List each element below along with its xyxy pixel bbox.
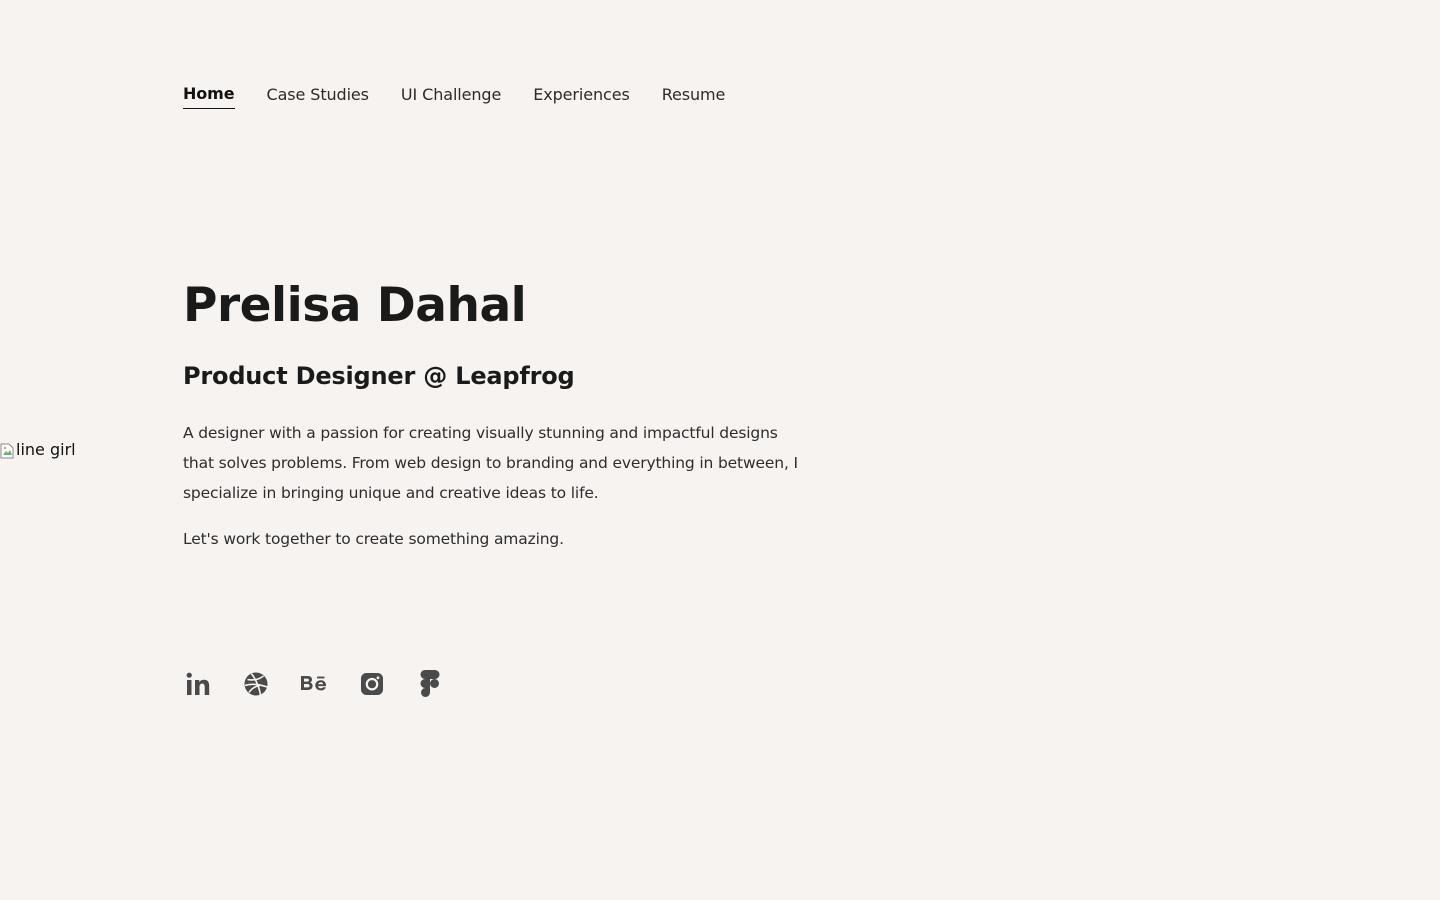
main-nav: Home Case Studies UI Challenge Experienc… bbox=[183, 82, 757, 109]
figma-link[interactable] bbox=[415, 668, 445, 700]
job-title: Product Designer @ Leapfrog bbox=[183, 362, 575, 390]
linkedin-link[interactable] bbox=[183, 668, 213, 700]
line-girl-image: line girl bbox=[0, 438, 76, 462]
instagram-icon bbox=[360, 672, 384, 696]
cta-text: Let's work together to create something … bbox=[183, 530, 564, 548]
nav-item-ui-challenge[interactable]: UI Challenge bbox=[401, 82, 501, 108]
behance-link[interactable] bbox=[299, 668, 329, 700]
nav-item-experiences[interactable]: Experiences bbox=[533, 82, 630, 108]
dribbble-icon bbox=[243, 671, 269, 697]
instagram-link[interactable] bbox=[357, 668, 387, 700]
image-alt-text: line girl bbox=[16, 440, 76, 459]
behance-icon bbox=[300, 674, 328, 694]
dribbble-link[interactable] bbox=[241, 668, 271, 700]
bio-paragraph: A designer with a passion for creating v… bbox=[183, 424, 798, 502]
nav-item-case-studies[interactable]: Case Studies bbox=[267, 82, 370, 108]
social-links bbox=[183, 668, 473, 700]
broken-image-icon bbox=[0, 442, 14, 459]
hero: Prelisa Dahal Product Designer @ Leapfro… bbox=[183, 276, 823, 554]
linkedin-icon bbox=[185, 671, 211, 697]
page-title: Prelisa Dahal bbox=[183, 278, 527, 333]
figma-icon bbox=[420, 669, 440, 699]
nav-item-home[interactable]: Home bbox=[183, 82, 235, 109]
nav-item-resume[interactable]: Resume bbox=[662, 82, 726, 108]
